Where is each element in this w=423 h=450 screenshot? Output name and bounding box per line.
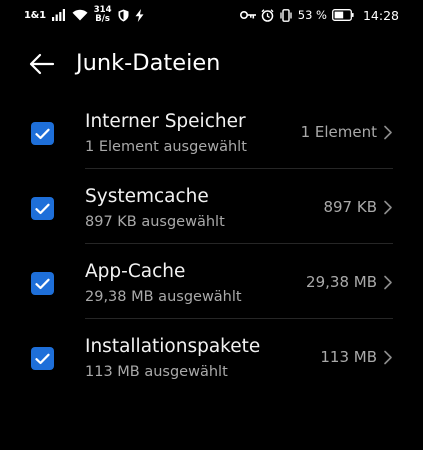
item-value: 897 KB bbox=[323, 198, 377, 216]
back-arrow-icon bbox=[29, 53, 55, 75]
checkmark-icon bbox=[35, 278, 50, 289]
item-subtitle: 897 KB ausgewählt bbox=[85, 214, 225, 230]
item-title: App-Cache bbox=[85, 261, 186, 282]
signal-icon bbox=[51, 9, 65, 21]
item-title: Interner Speicher bbox=[85, 111, 246, 132]
chevron-right-icon bbox=[384, 125, 392, 140]
item-subtitle: 29,38 MB ausgewählt bbox=[85, 289, 242, 305]
item-title: Installationspakete bbox=[85, 336, 261, 357]
network-speed: 314 B/s bbox=[94, 6, 112, 24]
chevron-right-icon bbox=[384, 350, 392, 365]
status-bar-right: 53 % 14:28 bbox=[239, 5, 399, 25]
checkbox-system-cache[interactable] bbox=[31, 197, 54, 220]
list-item-internal-storage[interactable]: Interner Speicher 1 Element ausgewählt 1… bbox=[0, 94, 423, 169]
status-clock: 14:28 bbox=[362, 7, 399, 23]
status-bar: 1&1 314 B/s 53 % 14:28 bbox=[0, 0, 423, 30]
shield-icon bbox=[118, 9, 128, 21]
checkbox-install-packages[interactable] bbox=[31, 347, 54, 370]
checkbox-internal-storage[interactable] bbox=[31, 122, 54, 145]
chevron-right-icon bbox=[384, 275, 392, 290]
back-button[interactable] bbox=[26, 48, 58, 80]
checkmark-icon bbox=[35, 203, 50, 214]
checkbox-app-cache[interactable] bbox=[31, 272, 54, 295]
checkmark-icon bbox=[35, 353, 50, 364]
wifi-icon bbox=[72, 9, 88, 21]
item-value: 113 MB bbox=[320, 348, 377, 366]
page-title: Junk-Dateien bbox=[76, 50, 221, 76]
checkmark-icon bbox=[35, 128, 50, 139]
vibrate-icon bbox=[280, 8, 292, 22]
item-value: 1 Element bbox=[300, 123, 377, 141]
status-bar-left: 1&1 314 B/s bbox=[24, 5, 144, 25]
alarm-icon bbox=[261, 8, 274, 22]
chevron-right-icon bbox=[384, 200, 392, 215]
item-subtitle: 113 MB ausgewählt bbox=[85, 364, 228, 380]
junk-files-list: Interner Speicher 1 Element ausgewählt 1… bbox=[0, 94, 423, 394]
battery-icon bbox=[332, 9, 354, 21]
list-item-app-cache[interactable]: App-Cache 29,38 MB ausgewählt 29,38 MB bbox=[0, 244, 423, 319]
item-value: 29,38 MB bbox=[306, 273, 377, 291]
item-subtitle: 1 Element ausgewählt bbox=[85, 139, 247, 155]
battery-percent: 53 % bbox=[297, 8, 327, 22]
flash-icon bbox=[135, 8, 143, 22]
list-item-system-cache[interactable]: Systemcache 897 KB ausgewählt 897 KB bbox=[0, 169, 423, 244]
list-item-install-packages[interactable]: Installationspakete 113 MB ausgewählt 11… bbox=[0, 319, 423, 394]
network-speed-unit: B/s bbox=[95, 14, 110, 24]
item-title: Systemcache bbox=[85, 186, 209, 207]
key-icon bbox=[239, 11, 256, 19]
app-header: Junk-Dateien bbox=[0, 40, 423, 86]
carrier-label: 1&1 bbox=[24, 9, 46, 21]
